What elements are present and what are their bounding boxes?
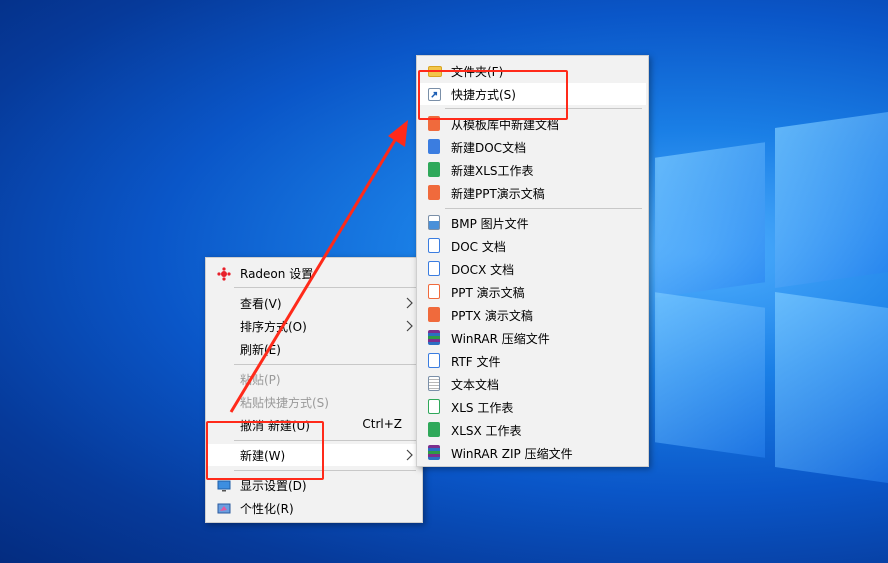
separator <box>445 208 642 209</box>
text-file-icon <box>428 376 440 391</box>
menu-item-label: PPT 演示文稿 <box>451 286 525 300</box>
windows-logo-pane-br <box>775 292 888 483</box>
chevron-right-icon <box>406 320 413 332</box>
menu-item-label: 粘贴(P) <box>240 373 281 387</box>
menu-item-paste-shortcut: 粘贴快捷方式(S) <box>208 391 420 413</box>
menu-item-sort[interactable]: 排序方式(O) <box>208 315 420 337</box>
submenu-item-doc[interactable]: DOC 文档 <box>419 235 646 257</box>
wps-sheet-icon <box>428 162 440 177</box>
submenu-item-rtf[interactable]: RTF 文件 <box>419 350 646 372</box>
menu-item-label: 刷新(E) <box>240 343 281 357</box>
menu-item-label: WinRAR ZIP 压缩文件 <box>451 447 573 461</box>
submenu-item-ppt[interactable]: PPT 演示文稿 <box>419 281 646 303</box>
menu-item-label: XLSX 工作表 <box>451 424 522 438</box>
submenu-item-xlsx[interactable]: XLSX 工作表 <box>419 419 646 441</box>
personalize-icon <box>217 503 231 514</box>
menu-item-refresh[interactable]: 刷新(E) <box>208 338 420 360</box>
menu-item-paste: 粘贴(P) <box>208 368 420 390</box>
radeon-icon <box>217 267 231 281</box>
windows-logo-pane-bl <box>655 292 765 458</box>
menu-item-label: XLS 工作表 <box>451 401 514 415</box>
shortcut-text: Ctrl+Z <box>362 417 402 431</box>
submenu-item-winrar[interactable]: WinRAR 压缩文件 <box>419 327 646 349</box>
menu-item-label: 个性化(R) <box>240 502 294 516</box>
submenu-item-new-ppt[interactable]: 新建PPT演示文稿 <box>419 182 646 204</box>
docx-file-icon <box>428 261 440 276</box>
menu-item-label: 新建PPT演示文稿 <box>451 187 545 201</box>
xlsx-file-icon <box>428 422 440 437</box>
menu-item-label: PPTX 演示文稿 <box>451 309 533 323</box>
desktop-context-menu: Radeon 设置 查看(V) 排序方式(O) 刷新(E) 粘贴(P) 粘贴快捷… <box>205 257 423 523</box>
winrar-icon <box>428 330 440 345</box>
ppt-file-icon <box>428 284 440 299</box>
submenu-item-text[interactable]: 文本文档 <box>419 373 646 395</box>
menu-item-label: RTF 文件 <box>451 355 501 369</box>
menu-item-label: WinRAR 压缩文件 <box>451 332 550 346</box>
menu-item-label: 文本文档 <box>451 378 500 392</box>
annotation-box-shortcut <box>418 70 568 120</box>
windows-logo-pane-tl <box>655 142 765 298</box>
rtf-file-icon <box>428 353 440 368</box>
winrar-zip-icon <box>428 445 440 460</box>
xls-file-icon <box>428 399 440 414</box>
menu-item-label: 查看(V) <box>240 297 282 311</box>
menu-item-label: 新建XLS工作表 <box>451 164 534 178</box>
separator <box>234 287 416 288</box>
chevron-right-icon <box>406 297 413 309</box>
menu-item-personalize[interactable]: 个性化(R) <box>208 497 420 519</box>
submenu-item-docx[interactable]: DOCX 文档 <box>419 258 646 280</box>
menu-item-label: DOCX 文档 <box>451 263 515 277</box>
windows-logo-pane-tr <box>775 112 888 288</box>
menu-item-label: DOC 文档 <box>451 240 506 254</box>
submenu-item-pptx[interactable]: PPTX 演示文稿 <box>419 304 646 326</box>
pptx-file-icon <box>428 307 440 322</box>
doc-file-icon <box>428 238 440 253</box>
chevron-right-icon <box>406 449 413 461</box>
menu-item-label: 新建DOC文档 <box>451 141 527 155</box>
bmp-file-icon <box>428 215 440 230</box>
menu-item-radeon[interactable]: Radeon 设置 <box>208 262 420 284</box>
menu-item-label: 排序方式(O) <box>240 320 307 334</box>
annotation-box-new <box>206 421 324 480</box>
submenu-item-winrar-zip[interactable]: WinRAR ZIP 压缩文件 <box>419 442 646 464</box>
submenu-item-new-xls[interactable]: 新建XLS工作表 <box>419 159 646 181</box>
submenu-item-new-doc[interactable]: 新建DOC文档 <box>419 136 646 158</box>
menu-item-label: 粘贴快捷方式(S) <box>240 396 329 410</box>
wps-writer-icon <box>428 139 440 154</box>
submenu-item-bmp[interactable]: BMP 图片文件 <box>419 212 646 234</box>
wps-present-icon <box>428 185 440 200</box>
separator <box>234 364 416 365</box>
display-icon <box>217 480 231 492</box>
menu-item-label: BMP 图片文件 <box>451 217 529 231</box>
menu-item-label: Radeon 设置 <box>240 267 314 281</box>
menu-item-view[interactable]: 查看(V) <box>208 292 420 314</box>
submenu-item-xls[interactable]: XLS 工作表 <box>419 396 646 418</box>
